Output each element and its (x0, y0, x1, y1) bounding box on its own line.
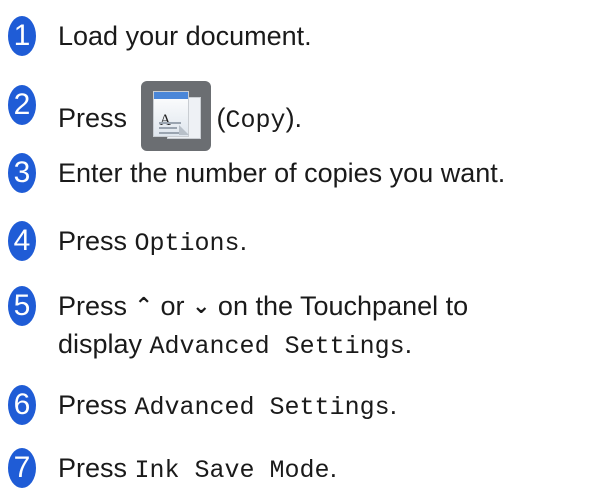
step-text: Load your document. (58, 21, 312, 51)
options-label: Options (134, 229, 240, 258)
step-text: Enter the number of copies you want. (58, 158, 506, 188)
display-label: display (58, 329, 150, 359)
chevron-down-icon: ⌄ (191, 294, 211, 319)
or-label: or (152, 291, 192, 321)
period: . (329, 453, 338, 483)
press-label: Press (58, 291, 135, 321)
chevron-up-icon: ⌃ (134, 294, 153, 319)
press-label: Press (58, 103, 128, 134)
step-number-badge: 3 (8, 153, 36, 193)
period: . (404, 329, 413, 359)
step-text: Press A (Copy). (58, 81, 303, 155)
step-number-badge: 6 (8, 385, 36, 425)
step-text-line-2: display Advanced Settings. (58, 324, 412, 367)
paren-close: ). (285, 103, 303, 134)
step-number-badge: 4 (8, 221, 36, 261)
press-label: Press (58, 390, 135, 420)
step-number-badge: 5 (8, 286, 36, 326)
press-label: Press (58, 226, 135, 256)
page-fold (178, 125, 189, 135)
period: . (239, 226, 248, 256)
ink-save-mode-label: Ink Save Mode (134, 456, 330, 485)
advanced-settings-label: Advanced Settings (134, 393, 390, 422)
touchpanel-label: on the Touchpanel to (210, 291, 469, 321)
step-text: Press Advanced Settings. (58, 385, 397, 428)
advanced-settings-label: Advanced Settings (149, 332, 405, 361)
step-text: Press Options. (58, 221, 247, 264)
copy-button-label: Copy (225, 106, 286, 136)
step-text-line-1: Press ⌃ or ⌄ on the Touchpanel to (58, 286, 468, 329)
period: . (389, 390, 398, 420)
copy-button[interactable]: A (140, 81, 211, 151)
step-number-badge: 7 (8, 448, 36, 488)
step-text: Press Ink Save Mode. (58, 448, 337, 491)
step-number-badge: 2 (8, 85, 36, 125)
press-label: Press (58, 453, 135, 483)
paren-open: ( (216, 103, 226, 134)
step-number-badge: 1 (8, 16, 36, 56)
